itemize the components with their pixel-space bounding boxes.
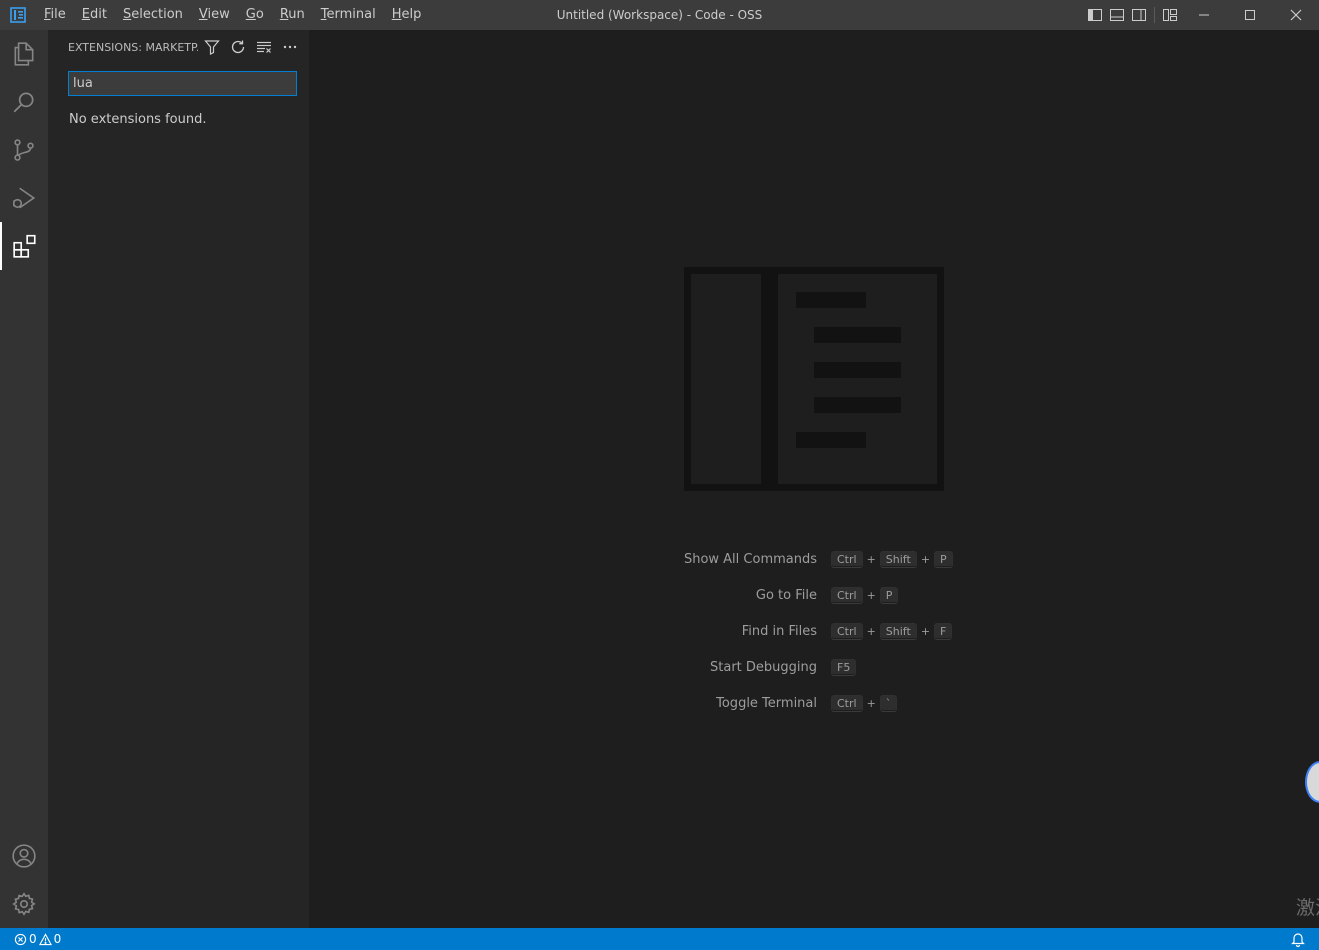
more-actions-icon[interactable] bbox=[277, 36, 303, 58]
shortcut-label: Start Debugging bbox=[710, 660, 817, 675]
toggle-panel-icon[interactable] bbox=[1106, 0, 1128, 30]
menu-mnemonic: R bbox=[279, 7, 289, 22]
warning-count: 0 bbox=[53, 932, 62, 946]
key-plus: + bbox=[866, 553, 876, 566]
source-control-icon[interactable] bbox=[0, 126, 48, 174]
filter-icon[interactable] bbox=[199, 36, 225, 58]
menu-item-view[interactable]: View bbox=[191, 0, 238, 30]
key-plus: + bbox=[866, 625, 876, 638]
no-extensions-message: No extensions found. bbox=[69, 112, 207, 127]
keybinding-key: F5 bbox=[831, 659, 857, 676]
editor-watermark-logo bbox=[684, 267, 944, 495]
sidebar-header: EXTENSIONS: MARKETP... bbox=[48, 30, 309, 65]
warning-icon bbox=[38, 932, 52, 945]
menu-item-terminal[interactable]: Terminal bbox=[313, 0, 384, 30]
refresh-icon[interactable] bbox=[225, 36, 251, 58]
shortcut-keys: Ctrl + Shift + P bbox=[831, 551, 953, 568]
shortcut-label: Find in Files bbox=[741, 624, 817, 639]
menu-item-file[interactable]: File bbox=[36, 0, 74, 30]
menu-label: ile bbox=[50, 7, 66, 22]
title-bar: File Edit Selection View Go Run Terminal Help U… bbox=[0, 0, 1319, 30]
menu-mnemonic: G bbox=[245, 7, 256, 22]
keybinding-key: Ctrl bbox=[831, 623, 863, 640]
keybinding-key: Shift bbox=[879, 551, 917, 568]
title-actions bbox=[1084, 0, 1319, 30]
shortcut-label: Go to File bbox=[755, 588, 817, 603]
menu-label: iew bbox=[207, 7, 230, 22]
shortcut-keys: F5 bbox=[831, 659, 857, 676]
keybinding-key: P bbox=[879, 587, 899, 604]
keybinding-key: ` bbox=[879, 695, 898, 712]
editor-area bbox=[309, 30, 1319, 928]
menu-item-help[interactable]: Help bbox=[384, 0, 430, 30]
app-logo-icon bbox=[0, 0, 36, 30]
separator bbox=[1154, 7, 1155, 23]
menu-mnemonic: S bbox=[122, 7, 132, 22]
keybinding-key: Ctrl bbox=[831, 695, 863, 712]
toggle-primary-sidebar-icon[interactable] bbox=[1084, 0, 1106, 30]
menu-item-run[interactable]: Run bbox=[272, 0, 313, 30]
shortcut-keys: Ctrl + ` bbox=[831, 695, 898, 712]
menu-label: erminal bbox=[326, 7, 376, 22]
toggle-secondary-sidebar-icon[interactable] bbox=[1128, 0, 1150, 30]
menu-mnemonic: V bbox=[198, 7, 208, 22]
shortcut-keys: Ctrl + Shift + F bbox=[831, 623, 953, 640]
key-plus: + bbox=[920, 625, 931, 638]
menu-label: elp bbox=[401, 7, 422, 22]
close-button[interactable] bbox=[1273, 0, 1319, 30]
keybinding-key: P bbox=[934, 551, 953, 568]
menu-item-go[interactable]: Go bbox=[238, 0, 272, 30]
status-bar: 0 0 bbox=[0, 928, 1319, 950]
search-icon[interactable] bbox=[0, 78, 48, 126]
key-plus: + bbox=[866, 697, 876, 710]
shortcut-label: Toggle Terminal bbox=[716, 696, 817, 711]
manage-gear-icon[interactable] bbox=[0, 880, 48, 928]
customize-layout-icon[interactable] bbox=[1159, 0, 1181, 30]
accounts-icon[interactable] bbox=[0, 832, 48, 880]
keybinding-key: Shift bbox=[879, 623, 917, 640]
shortcut-row: Find in Files Ctrl + Shift + F bbox=[309, 620, 1319, 644]
notifications-bell-icon[interactable] bbox=[1291, 931, 1305, 950]
error-count: 0 bbox=[29, 932, 37, 946]
key-plus: + bbox=[920, 553, 931, 566]
shortcut-row: Show All Commands Ctrl + Shift + P bbox=[309, 548, 1319, 572]
menu-mnemonic: E bbox=[81, 7, 90, 22]
error-icon bbox=[14, 933, 27, 945]
extensions-sidebar: EXTENSIONS: MARKETP... No extensions fou… bbox=[48, 30, 309, 928]
activity-bar bbox=[0, 30, 48, 928]
explorer-icon[interactable] bbox=[0, 30, 48, 78]
menu-item-selection[interactable]: Selection bbox=[115, 0, 191, 30]
menu-label: un bbox=[288, 7, 305, 22]
shortcut-keys: Ctrl + P bbox=[831, 587, 899, 604]
shortcut-label: Show All Commands bbox=[683, 552, 817, 567]
menu-label: dit bbox=[90, 7, 107, 22]
key-plus: + bbox=[866, 589, 876, 602]
problems-status[interactable]: 0 0 bbox=[0, 932, 63, 946]
maximize-button[interactable] bbox=[1227, 0, 1273, 30]
minimize-button[interactable] bbox=[1181, 0, 1227, 30]
corner-overlay-text: 激活 bbox=[1296, 897, 1319, 919]
extensions-search-input[interactable] bbox=[68, 71, 297, 96]
sidebar-title: EXTENSIONS: MARKETP... bbox=[68, 41, 198, 54]
keybinding-key: F bbox=[934, 623, 953, 640]
extensions-icon[interactable] bbox=[0, 222, 48, 270]
menu-label: o bbox=[255, 7, 264, 22]
menu-bar: File Edit Selection View Go Run Terminal Help bbox=[36, 0, 429, 30]
run-debug-icon[interactable] bbox=[0, 174, 48, 222]
menu-label: election bbox=[131, 7, 183, 22]
shortcut-row: Start Debugging F5 bbox=[309, 656, 1319, 680]
sidebar-actions bbox=[199, 36, 303, 58]
shortcut-row: Toggle Terminal Ctrl + ` bbox=[309, 692, 1319, 716]
shortcut-row: Go to File Ctrl + P bbox=[309, 584, 1319, 608]
clear-results-icon[interactable] bbox=[251, 36, 277, 58]
menu-item-edit[interactable]: Edit bbox=[74, 0, 115, 30]
keybinding-key: Ctrl bbox=[831, 551, 863, 568]
keybinding-key: Ctrl bbox=[831, 587, 863, 604]
